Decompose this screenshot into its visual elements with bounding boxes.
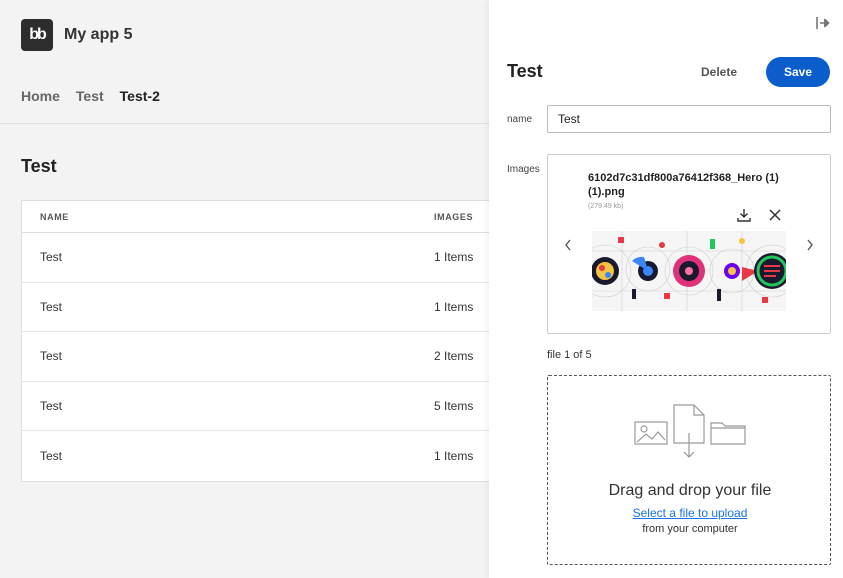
column-header-images[interactable]: IMAGES xyxy=(434,212,473,222)
name-input[interactable] xyxy=(547,105,831,133)
image-carousel: 6102d7c31df800a76412f368_Hero (1) (1).pn… xyxy=(547,154,831,334)
table-row[interactable]: Test 5 Items xyxy=(22,382,500,431)
folder-icon xyxy=(710,419,746,445)
dropzone-subtitle: from your computer xyxy=(642,523,738,535)
app-logo[interactable]: bb xyxy=(21,19,53,51)
drawer-title: Test xyxy=(507,61,543,81)
table-row[interactable]: Test 1 Items xyxy=(22,233,500,283)
cell-images: 1 Items xyxy=(434,299,474,314)
nav-item-test-2[interactable]: Test-2 xyxy=(120,88,160,104)
chevron-left-icon[interactable] xyxy=(559,236,577,254)
cell-images: 1 Items xyxy=(434,250,474,265)
save-button[interactable]: Save xyxy=(766,57,830,87)
nav-item-home[interactable]: Home xyxy=(21,88,60,104)
close-drawer-icon[interactable] xyxy=(815,15,831,31)
file-icon xyxy=(672,403,706,459)
cell-images: 1 Items xyxy=(434,448,474,463)
data-table: NAME IMAGES Test 1 Items Test 1 Items Te… xyxy=(21,200,501,482)
download-icon[interactable] xyxy=(735,206,753,224)
cell-images: 2 Items xyxy=(434,349,474,364)
cell-name: Test xyxy=(40,250,63,265)
cell-images: 5 Items xyxy=(434,398,474,413)
table-row[interactable]: Test 1 Items xyxy=(22,283,500,332)
table-header: NAME IMAGES xyxy=(22,201,500,233)
file-counter: file 1 of 5 xyxy=(547,349,592,361)
file-size: (279.49 kb) xyxy=(588,203,624,210)
table-row[interactable]: Test 2 Items xyxy=(22,332,500,382)
app-title: My app 5 xyxy=(64,26,133,43)
image-preview xyxy=(592,231,786,311)
file-dropzone[interactable]: Drag and drop your file Select a file to… xyxy=(547,375,831,565)
images-label: Images xyxy=(507,164,540,175)
close-icon[interactable] xyxy=(766,206,784,224)
cell-name: Test xyxy=(40,349,63,364)
cell-name: Test xyxy=(40,299,63,314)
name-label: name xyxy=(507,114,533,125)
dropzone-title: Drag and drop your file xyxy=(608,482,772,499)
select-file-link[interactable]: Select a file to upload xyxy=(548,506,832,520)
column-header-name[interactable]: NAME xyxy=(22,212,434,222)
chevron-right-icon[interactable] xyxy=(801,236,819,254)
image-icon xyxy=(634,418,668,446)
table-row[interactable]: Test 1 Items xyxy=(22,431,500,481)
page-title: Test xyxy=(21,156,57,176)
file-name: 6102d7c31df800a76412f368_Hero (1) (1).pn… xyxy=(588,172,779,198)
cell-name: Test xyxy=(40,448,63,463)
edit-drawer: Test Delete Save name Images 6102d7c31df… xyxy=(489,0,843,578)
delete-button[interactable]: Delete xyxy=(691,59,747,85)
main-nav: Home Test Test-2 xyxy=(21,88,176,104)
nav-item-test[interactable]: Test xyxy=(76,88,104,104)
cell-name: Test xyxy=(40,398,63,413)
